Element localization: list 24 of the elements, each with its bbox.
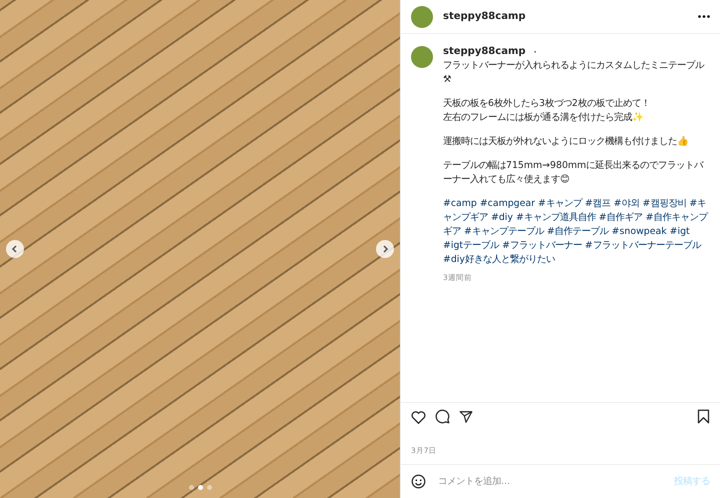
comment-icon[interactable] [435,409,450,424]
caption-text: 運搬時には天板が外れないようにロック機構も付けました👍 [443,135,690,149]
avatar[interactable] [411,46,433,68]
carousel-dot[interactable] [206,485,212,490]
carousel-dot[interactable] [198,485,202,490]
caption-text: 天板の板を6枚外したら3枚づつ2枚の板で止めて！ [443,97,651,111]
caption-text: フラットバーナーが入れられるようにカスタムしたミニテーブル⚒ [443,59,706,87]
separator-dot: ・ [530,47,540,59]
more-icon[interactable] [698,15,710,18]
carousel-dot[interactable] [188,485,194,490]
chevron-left-icon[interactable] [11,245,19,253]
chevron-right-icon[interactable] [381,245,389,253]
next-button[interactable] [376,240,394,258]
caption-text: テーブルの幅は715mm→980mmに延長出来るのでフラットバーナー入れても広々使えます😊 [443,159,705,187]
heart-icon[interactable] [411,410,426,424]
smiley-icon[interactable] [411,474,426,489]
previous-button[interactable] [6,240,24,258]
bookmark-icon[interactable] [697,409,710,424]
username[interactable]: steppy88camp [443,46,526,59]
send-icon[interactable] [459,410,473,424]
caption-text: 左右のフレームには板が通る溝を付けたら完成✨ [443,111,645,125]
avatar[interactable] [411,6,433,28]
username[interactable]: steppy88camp [443,11,526,22]
hashtags-text[interactable]: #camp #campgear #キャンプ #캠프 #야외 #캠핑장비 #キャンプギア #diy #キャンプ道具自作 #自作ギア #自作キャンプギア #キャンプテーブル #自作テーブル #snowpeak #igt #igtテーブル #フラットバーナー #フラットバーナーテーブル #diy好きな人と繋がりたい [443,197,710,267]
